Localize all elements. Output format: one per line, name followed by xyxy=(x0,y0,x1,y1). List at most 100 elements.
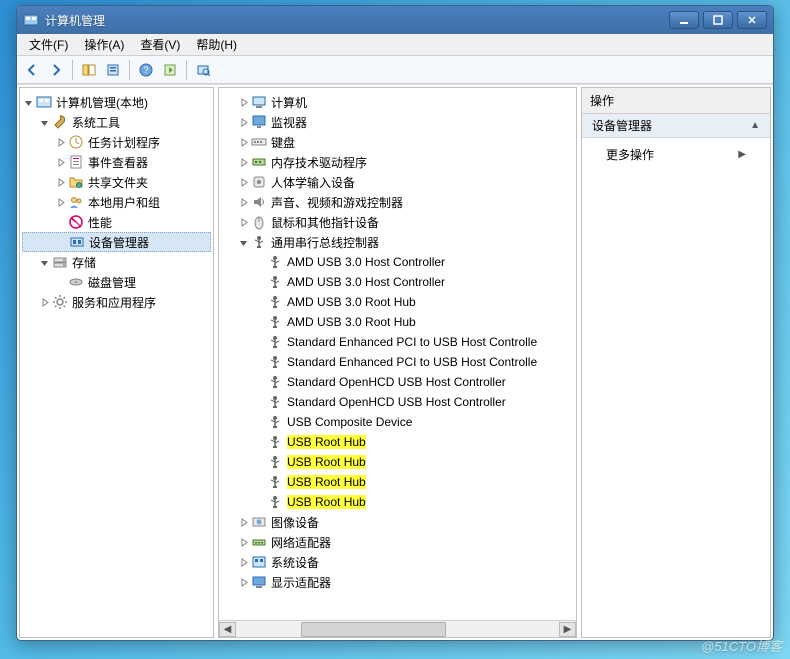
scroll-thumb[interactable] xyxy=(301,622,446,637)
tree-expander[interactable] xyxy=(237,216,249,228)
tree-expander[interactable] xyxy=(237,176,249,188)
display-icon xyxy=(251,574,267,590)
tree-item[interactable]: 键盘 xyxy=(221,132,574,152)
mgmt-icon xyxy=(36,94,52,110)
actions-section[interactable]: 设备管理器 ▲ xyxy=(582,114,770,138)
usb-icon xyxy=(267,394,283,410)
refresh-button[interactable] xyxy=(159,59,181,81)
tree-expander[interactable] xyxy=(54,136,66,148)
maximize-button[interactable] xyxy=(703,11,733,29)
tree-item[interactable]: 网络适配器 xyxy=(221,532,574,552)
tree-item[interactable]: USB Root Hub xyxy=(221,472,574,492)
storage-icon xyxy=(52,254,68,270)
more-actions-item[interactable]: 更多操作 ▶ xyxy=(582,138,770,171)
tree-expander[interactable] xyxy=(38,296,50,308)
app-window: 计算机管理 文件(F) 操作(A) 查看(V) 帮助(H) ? 计算机管理(本地… xyxy=(16,5,774,641)
tree-expander[interactable] xyxy=(237,236,249,248)
tree-item[interactable]: 通用串行总线控制器 xyxy=(221,232,574,252)
help-button[interactable]: ? xyxy=(135,59,157,81)
tree-item[interactable]: AMD USB 3.0 Host Controller xyxy=(221,272,574,292)
menu-view[interactable]: 查看(V) xyxy=(132,36,188,53)
tree-item[interactable]: 监视器 xyxy=(221,112,574,132)
menu-file[interactable]: 文件(F) xyxy=(21,36,76,53)
tree-item[interactable]: 存储 xyxy=(22,252,211,272)
wrench-icon xyxy=(52,114,68,130)
tree-expander[interactable] xyxy=(237,536,249,548)
tree-item-label: 网络适配器 xyxy=(271,534,331,551)
tree-expander[interactable] xyxy=(237,516,249,528)
tree-item[interactable]: AMD USB 3.0 Host Controller xyxy=(221,252,574,272)
toolbar-separator xyxy=(186,60,187,80)
minimize-button[interactable] xyxy=(669,11,699,29)
tree-expander[interactable] xyxy=(237,96,249,108)
titlebar[interactable]: 计算机管理 xyxy=(17,6,773,34)
tree-item[interactable]: Standard OpenHCD USB Host Controller xyxy=(221,392,574,412)
tree-item-label: 任务计划程序 xyxy=(88,134,160,151)
tree-item[interactable]: USB Composite Device xyxy=(221,412,574,432)
tree-item[interactable]: 设备管理器 xyxy=(22,232,211,252)
scroll-right-button[interactable]: ▶ xyxy=(559,622,576,637)
tree-expander[interactable] xyxy=(237,136,249,148)
properties-button[interactable] xyxy=(102,59,124,81)
tree-item[interactable]: AMD USB 3.0 Root Hub xyxy=(221,292,574,312)
tree-item[interactable]: AMD USB 3.0 Root Hub xyxy=(221,312,574,332)
tree-item[interactable]: 计算机 xyxy=(221,92,574,112)
tree-item[interactable]: 显示适配器 xyxy=(221,572,574,592)
mouse-icon xyxy=(251,214,267,230)
tree-item[interactable]: Standard OpenHCD USB Host Controller xyxy=(221,372,574,392)
tree-item[interactable]: Standard Enhanced PCI to USB Host Contro… xyxy=(221,352,574,372)
tree-item[interactable]: 磁盘管理 xyxy=(22,272,211,292)
tree-item[interactable]: 内存技术驱动程序 xyxy=(221,152,574,172)
chevron-right-icon: ▶ xyxy=(738,149,746,160)
usb-icon xyxy=(267,314,283,330)
tree-item-label: USB Root Hub xyxy=(287,495,366,509)
tree-item[interactable]: 人体学输入设备 xyxy=(221,172,574,192)
tree-item[interactable]: 服务和应用程序 xyxy=(22,292,211,312)
tree-expander[interactable] xyxy=(237,196,249,208)
tree-expander[interactable] xyxy=(22,96,34,108)
toolbar-separator xyxy=(129,60,130,80)
tree-item[interactable]: 鼠标和其他指针设备 xyxy=(221,212,574,232)
tree-item-label: 设备管理器 xyxy=(89,234,149,251)
show-hide-tree-button[interactable] xyxy=(78,59,100,81)
sound-icon xyxy=(251,194,267,210)
menu-help[interactable]: 帮助(H) xyxy=(188,36,245,53)
tree-expander[interactable] xyxy=(54,156,66,168)
scroll-track[interactable] xyxy=(236,622,559,637)
app-icon xyxy=(23,12,39,28)
tree-item[interactable]: 系统工具 xyxy=(22,112,211,132)
tree-item[interactable]: 性能 xyxy=(22,212,211,232)
tree-item[interactable]: 声音、视频和游戏控制器 xyxy=(221,192,574,212)
close-button[interactable] xyxy=(737,11,767,29)
menu-action[interactable]: 操作(A) xyxy=(76,36,132,53)
tree-item-label: 鼠标和其他指针设备 xyxy=(271,214,379,231)
tree-expander[interactable] xyxy=(237,576,249,588)
forward-button[interactable] xyxy=(45,59,67,81)
tree-item[interactable]: USB Root Hub xyxy=(221,492,574,512)
horizontal-scrollbar[interactable]: ◀ ▶ xyxy=(219,620,576,637)
tree-item[interactable]: 共享文件夹 xyxy=(22,172,211,192)
tree-expander[interactable] xyxy=(38,116,50,128)
tree-item[interactable]: 事件查看器 xyxy=(22,152,211,172)
tree-item[interactable]: 计算机管理(本地) xyxy=(22,92,211,112)
device-tree[interactable]: 计算机监视器键盘内存技术驱动程序人体学输入设备声音、视频和游戏控制器鼠标和其他指… xyxy=(219,88,576,620)
tree-expander[interactable] xyxy=(237,156,249,168)
tree-item[interactable]: Standard Enhanced PCI to USB Host Contro… xyxy=(221,332,574,352)
scroll-left-button[interactable]: ◀ xyxy=(219,622,236,637)
nav-tree[interactable]: 计算机管理(本地)系统工具任务计划程序事件查看器共享文件夹本地用户和组性能设备管… xyxy=(20,88,213,316)
tree-expander[interactable] xyxy=(237,116,249,128)
tree-expander[interactable] xyxy=(38,256,50,268)
tree-expander[interactable] xyxy=(54,176,66,188)
tree-expander[interactable] xyxy=(54,196,66,208)
tree-item-label: 磁盘管理 xyxy=(88,274,136,291)
tree-item[interactable]: USB Root Hub xyxy=(221,452,574,472)
tree-expander[interactable] xyxy=(237,556,249,568)
tree-item[interactable]: 任务计划程序 xyxy=(22,132,211,152)
tree-item[interactable]: 图像设备 xyxy=(221,512,574,532)
tree-item[interactable]: USB Root Hub xyxy=(221,432,574,452)
tree-item[interactable]: 系统设备 xyxy=(221,552,574,572)
scan-hardware-button[interactable] xyxy=(192,59,214,81)
tree-item-label: Standard Enhanced PCI to USB Host Contro… xyxy=(287,335,537,349)
tree-item[interactable]: 本地用户和组 xyxy=(22,192,211,212)
back-button[interactable] xyxy=(21,59,43,81)
